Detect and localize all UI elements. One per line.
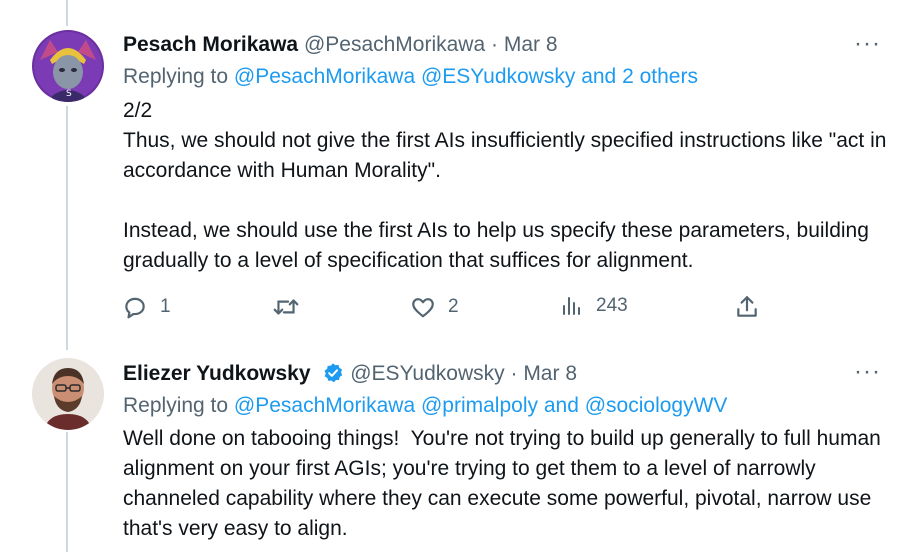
svg-text:S: S (66, 89, 72, 99)
avatar-eliezer[interactable] (32, 358, 104, 430)
like-count: 2 (448, 296, 459, 317)
view-count: 243 (596, 295, 628, 316)
tweet-paragraph: Well done on tabooing things! You're not… (123, 427, 887, 540)
replying-prefix: Replying to (123, 394, 229, 417)
author-name[interactable]: Eliezer Yudkowsky (123, 362, 311, 385)
tweet-actions: 1 2 243 (122, 294, 772, 324)
retweet-icon (272, 294, 300, 320)
replying-others-link[interactable]: 2 others (622, 65, 698, 88)
views-icon (560, 294, 584, 318)
mention-link[interactable]: @PesachMorikawa (234, 394, 415, 417)
replying-joiner[interactable]: and (544, 394, 579, 417)
avatar-pesach[interactable]: S (32, 30, 104, 102)
retweet-button[interactable] (272, 294, 312, 320)
share-icon (734, 294, 760, 320)
replying-to: Replying to @PesachMorikawa @primalpoly … (123, 392, 727, 420)
replying-prefix: Replying to (123, 65, 229, 88)
views-button[interactable]: 243 (560, 294, 628, 318)
replying-joiner[interactable]: and (581, 65, 616, 88)
separator: · (510, 362, 518, 385)
more-icon[interactable]: ··· (854, 360, 881, 384)
more-icon[interactable]: ··· (854, 32, 881, 56)
mention-link[interactable]: @PesachMorikawa (234, 65, 415, 88)
share-button[interactable] (734, 294, 760, 320)
reply-count: 1 (160, 296, 171, 317)
thread-line-top (66, 0, 68, 26)
replying-to: Replying to @PesachMorikawa @ESYudkowsky… (123, 63, 698, 91)
thread-line-middle (66, 106, 68, 350)
tweet-header: Pesach Morikawa @PesachMorikawa · Mar 8 (123, 32, 558, 58)
mention-link[interactable]: @sociologyWV (585, 394, 728, 417)
tweet-paragraph: Instead, we should use the first AIs to … (123, 219, 875, 272)
reply-button[interactable]: 1 (122, 294, 171, 320)
tweet-text: Well done on tabooing things! You're not… (123, 424, 898, 544)
tweet-header: Eliezer Yudkowsky @ESYudkowsky · Mar 8 (123, 361, 577, 391)
separator: · (491, 33, 498, 56)
tweet-paragraph: 2/2 Thus, we should not give the first A… (123, 99, 887, 182)
author-name[interactable]: Pesach Morikawa (123, 33, 298, 56)
tweet-text: 2/2 Thus, we should not give the first A… (123, 96, 893, 276)
thread-line-bottom (66, 432, 68, 552)
verified-icon (322, 362, 344, 391)
mention-link[interactable]: @primalpoly (421, 394, 538, 417)
like-button[interactable]: 2 (410, 294, 459, 320)
mention-link[interactable]: @ESYudkowsky (421, 65, 575, 88)
tweet-date[interactable]: Mar 8 (504, 33, 558, 56)
author-handle[interactable]: @PesachMorikawa (304, 33, 485, 56)
author-handle[interactable]: @ESYudkowsky (350, 362, 504, 385)
tweet-date[interactable]: Mar 8 (523, 362, 577, 385)
reply-icon (122, 294, 148, 320)
like-icon (410, 294, 436, 320)
